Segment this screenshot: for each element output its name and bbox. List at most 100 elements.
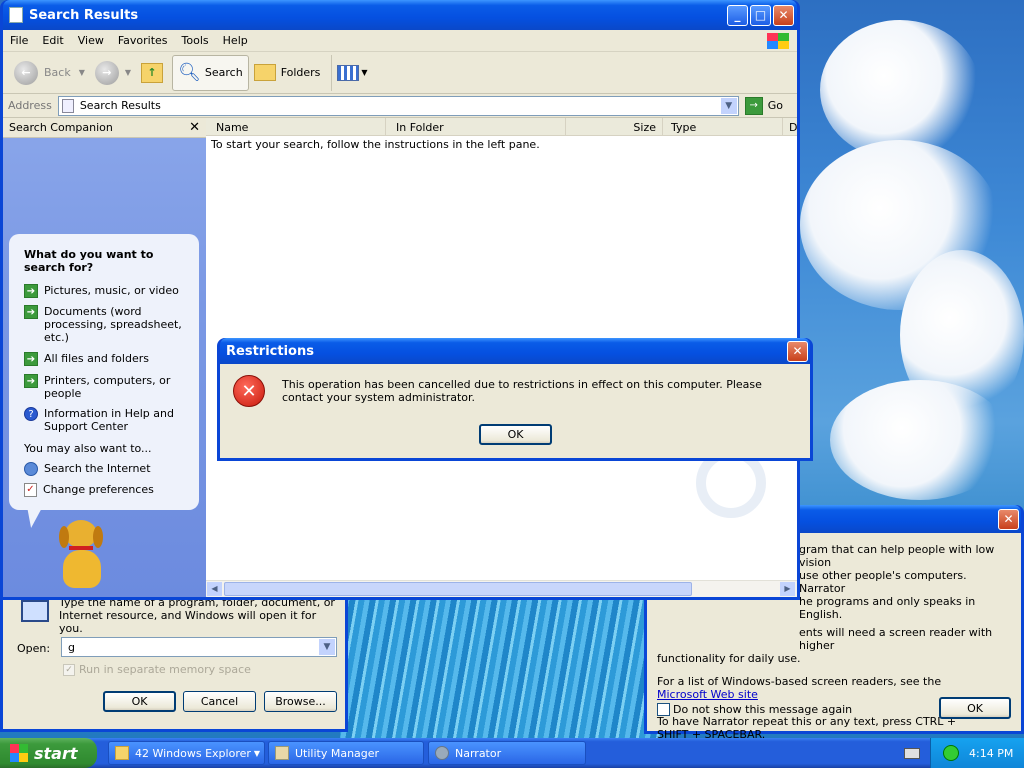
column-in-folder[interactable]: In Folder <box>386 118 566 135</box>
preferences-icon: ✓ <box>24 483 37 497</box>
column-headers: Name In Folder Size Type D <box>206 118 797 136</box>
system-tray: 4:14 PM <box>930 738 1024 768</box>
menu-edit[interactable]: Edit <box>35 34 70 47</box>
windows-flag-icon <box>10 744 28 762</box>
start-label: start <box>34 743 78 763</box>
run-program-icon <box>21 600 49 622</box>
folder-icon <box>115 746 129 760</box>
menu-tools[interactable]: Tools <box>175 34 216 47</box>
taskbar-item-utility-manager[interactable]: Utility Manager <box>268 741 424 765</box>
up-folder-icon: ↑ <box>141 62 164 83</box>
window-title: Search Results <box>29 7 139 23</box>
globe-search-icon <box>24 462 38 476</box>
option-printers[interactable]: ➔ Printers, computers, or people <box>9 369 199 403</box>
option-label: Pictures, music, or video <box>44 284 179 297</box>
option-documents[interactable]: ➔ Documents (word processing, spreadsheet… <box>9 301 199 347</box>
option-pictures[interactable]: ➔ Pictures, music, or video <box>9 280 199 301</box>
clock[interactable]: 4:14 PM <box>969 747 1013 760</box>
run-open-value: g <box>68 640 75 654</box>
close-button[interactable]: ✕ <box>773 4 794 26</box>
explorer-title-bar: Search Results _ □ ✕ <box>3 0 797 30</box>
run-open-input[interactable]: g ▼ <box>61 637 337 657</box>
folders-button[interactable]: Folders <box>249 55 326 91</box>
scroll-right-arrow[interactable]: ▶ <box>780 582 795 596</box>
address-value: Search Results <box>79 99 161 112</box>
column-name[interactable]: Name <box>206 118 386 135</box>
minimize-button[interactable]: _ <box>727 4 748 26</box>
checkbox-icon[interactable] <box>657 703 670 716</box>
taskbar-item-narrator[interactable]: Narrator <box>428 741 586 765</box>
narrator-close-button[interactable]: ✕ <box>998 508 1019 530</box>
option-label: Information in Help and Support Center <box>44 407 174 433</box>
option-help[interactable]: ? Information in Help and Support Center <box>9 403 199 436</box>
explorer-window: Search Results _ □ ✕ File Edit View Favo… <box>0 0 800 600</box>
run-browse-button[interactable]: Browse... <box>264 691 337 712</box>
address-input[interactable]: Search Results ▼ <box>57 95 739 116</box>
balloon-tail <box>23 506 43 528</box>
search-internet-link[interactable]: Search the Internet <box>9 459 199 479</box>
horizontal-scrollbar[interactable]: ◀ ▶ <box>206 580 797 597</box>
menu-favorites[interactable]: Favorites <box>111 34 175 47</box>
run-open-label: Open: <box>17 642 51 655</box>
column-type[interactable]: Type <box>663 118 783 135</box>
forward-button[interactable]: → ▼ <box>90 55 136 91</box>
option-label: Change preferences <box>43 483 154 496</box>
also-label: You may also want to... <box>24 442 152 455</box>
taskbar-item-windows-explorer[interactable]: 42 Windows Explorer ▼ <box>108 741 265 765</box>
keyboard-icon[interactable] <box>904 748 920 759</box>
close-icon[interactable]: ✕ <box>189 120 200 135</box>
accessibility-icon[interactable] <box>943 745 959 761</box>
restrictions-close-button[interactable]: ✕ <box>787 340 808 362</box>
option-label: Search the Internet <box>44 462 151 475</box>
menu-help[interactable]: Help <box>216 34 255 47</box>
option-label: Documents (word processing, spreadsheet,… <box>44 305 182 344</box>
rover-dog-icon[interactable] <box>55 520 109 590</box>
search-icon: 🔍︎ <box>178 62 201 83</box>
go-button[interactable]: → Go <box>739 96 797 115</box>
folders-label: Folders <box>280 66 321 79</box>
restrictions-ok-button[interactable]: OK <box>479 424 552 445</box>
utility-manager-icon <box>275 746 289 760</box>
narrator-ok-button[interactable]: OK <box>939 697 1011 719</box>
views-button[interactable]: ▼ <box>331 54 372 91</box>
column-date[interactable]: D <box>783 118 797 135</box>
search-companion-pane: Search Companion ✕ What do you want to s… <box>3 118 206 597</box>
green-arrow-icon: ➔ <box>24 305 38 319</box>
narrator-para2: For a list of Windows-based screen reade… <box>657 675 942 688</box>
option-all-files[interactable]: ➔ All files and folders <box>9 347 199 369</box>
search-balloon: What do you want to search for? ➔ Picture… <box>9 234 199 510</box>
help-icon: ? <box>24 407 38 421</box>
back-button[interactable]: ← Back ▼ <box>9 55 90 91</box>
restrictions-title-bar: Restrictions ✕ <box>220 338 810 364</box>
option-label: Printers, computers, or people <box>44 374 171 400</box>
chevron-down-icon[interactable]: ▼ <box>720 97 737 114</box>
taskbar-item-label: 42 Windows Explorer <box>135 746 251 760</box>
address-bar: Address Search Results ▼ → Go <box>3 94 797 118</box>
narrator-line: ents will need a screen reader with high… <box>799 626 993 652</box>
run-ok-button[interactable]: OK <box>103 691 176 712</box>
green-arrow-icon: ➔ <box>24 284 38 298</box>
menu-bar: File Edit View Favorites Tools Help <box>3 30 797 52</box>
folder-icon <box>253 64 276 81</box>
forward-arrow-icon: → <box>94 60 119 85</box>
chevron-down-icon[interactable]: ▼ <box>319 639 335 655</box>
maximize-button[interactable]: □ <box>750 4 771 26</box>
scroll-left-arrow[interactable]: ◀ <box>207 582 222 596</box>
empty-message: To start your search, follow the instruc… <box>211 138 540 151</box>
restrictions-message: This operation has been cancelled due to… <box>282 378 762 404</box>
change-preferences-link[interactable]: ✓ Change preferences <box>9 479 199 500</box>
run-cancel-button[interactable]: Cancel <box>183 691 256 712</box>
column-size[interactable]: Size <box>566 118 663 135</box>
menu-file[interactable]: File <box>3 34 35 47</box>
companion-header-label: Search Companion <box>9 121 113 134</box>
search-button[interactable]: 🔍︎ Search <box>172 54 249 91</box>
menu-view[interactable]: View <box>71 34 111 47</box>
narrator-dont-show-checkbox[interactable]: Do not show this message again <box>657 703 852 716</box>
start-button[interactable]: start <box>0 738 97 768</box>
scroll-thumb[interactable] <box>224 582 692 596</box>
search-question: What do you want to search for? <box>24 248 154 274</box>
taskbar-item-label: Utility Manager <box>295 746 380 760</box>
taskbar: start 42 Windows Explorer ▼ Utility Mana… <box>0 738 1024 768</box>
search-results-icon <box>9 7 23 23</box>
up-folder-button[interactable]: ↑ <box>136 55 168 91</box>
